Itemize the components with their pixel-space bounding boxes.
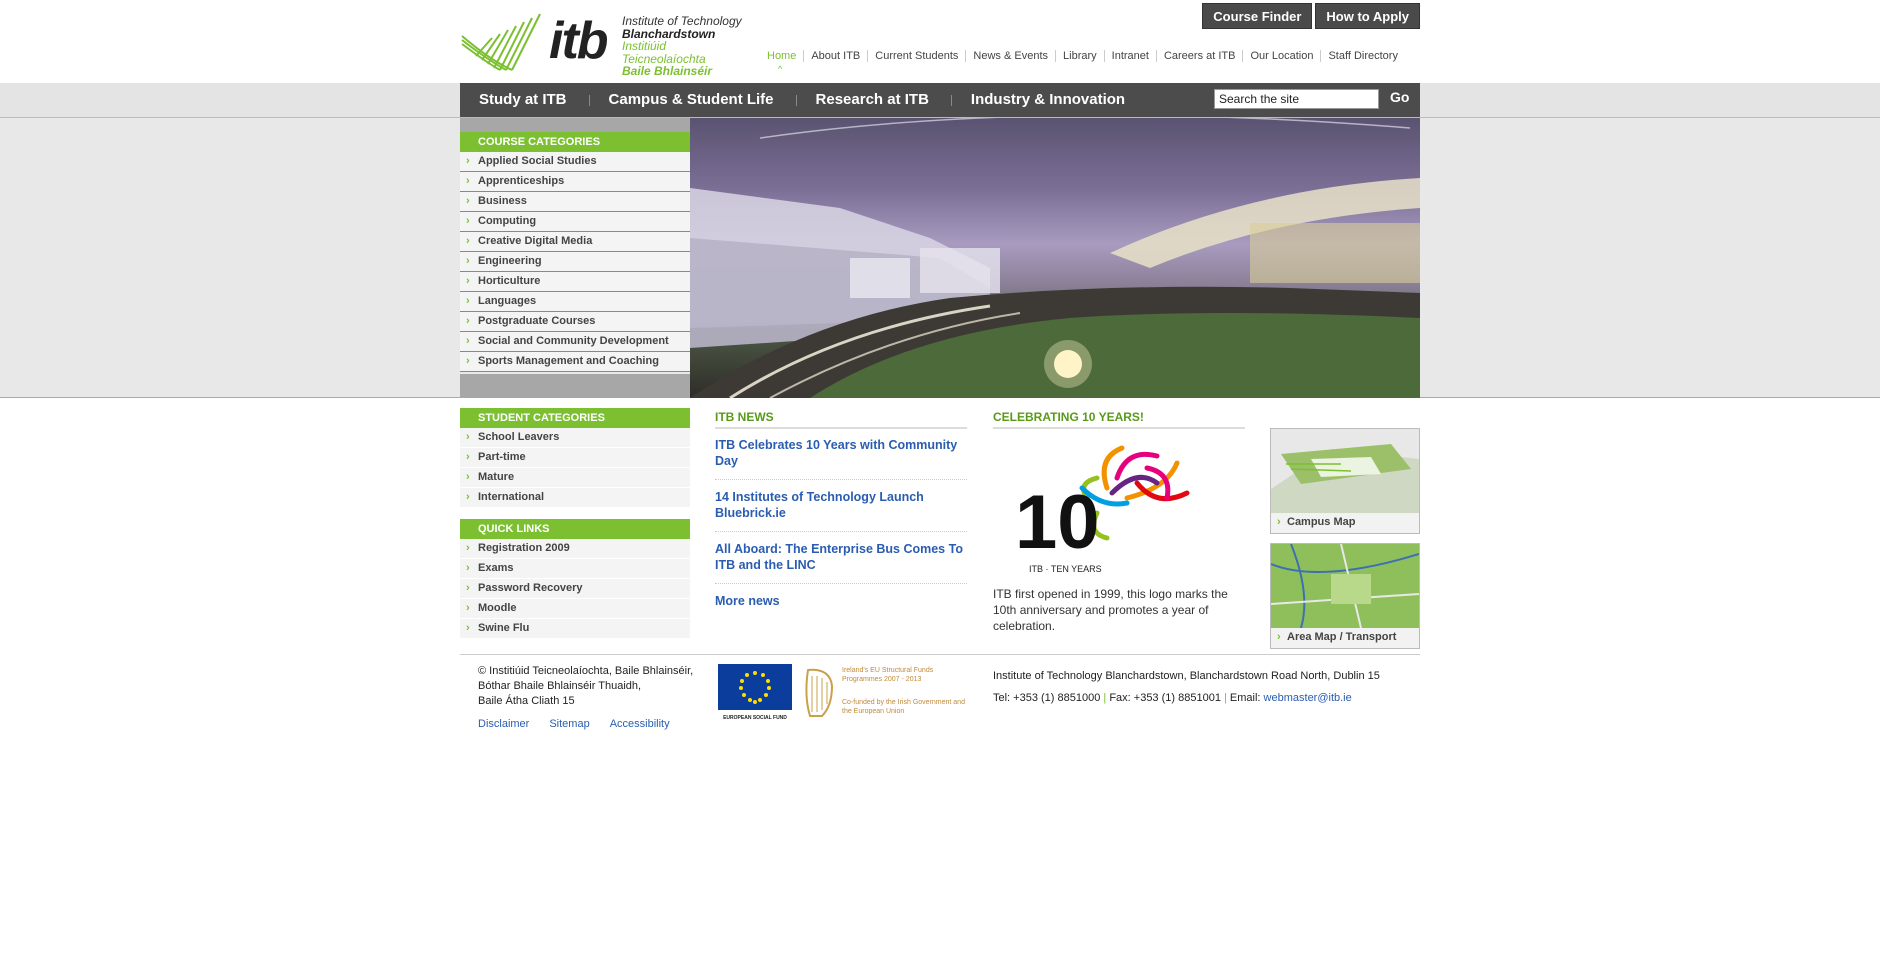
campus-map-label: Campus Map [1271,513,1419,533]
course-category-item[interactable]: Engineering [460,252,690,272]
footer-address-line: Bóthar Bhaile Bhlainséir Thuaidh, [478,680,642,692]
course-categories-heading: COURSE CATEGORIES [460,132,690,152]
footer-tel: Tel: +353 (1) 8851000 [993,692,1101,704]
student-category-item[interactable]: International [460,488,690,508]
search-go-button[interactable]: Go [1390,89,1409,105]
util-nav-staff-directory[interactable]: Staff Directory [1320,50,1405,62]
news-item[interactable]: 14 Institutes of Technology Launch Blueb… [715,490,967,532]
course-finder-button[interactable]: Course Finder [1202,3,1313,29]
logo-line-3: Institiúid Teicneolaíochta [622,39,706,66]
student-category-item[interactable]: Part-time [460,448,690,468]
footer-fax: Fax: +353 (1) 8851001 [1109,692,1221,704]
footer-divider [460,654,1420,655]
logo-line-1: Institute of Technology [622,14,742,28]
course-category-item[interactable]: Sports Management and Coaching [460,352,690,372]
disclaimer-link[interactable]: Disclaimer [478,718,529,730]
student-category-item[interactable]: Mature [460,468,690,488]
quick-link-item[interactable]: Registration 2009 [460,539,690,559]
more-news-link[interactable]: More news [715,594,967,608]
course-category-item[interactable]: Applied Social Studies [460,152,690,172]
maps-column: Campus Map Area Map / Transport [1270,428,1420,658]
course-category-item[interactable]: Horticulture [460,272,690,292]
ten-years-logo: 10 ITB · TEN YEARS [993,438,1245,586]
celebrating-heading: CELEBRATING 10 YEARS! [993,410,1245,429]
celebrating-column: CELEBRATING 10 YEARS! 10 ITB · TEN YEARS [993,410,1245,634]
area-map-thumbnail [1270,543,1420,629]
course-category-item[interactable]: Languages [460,292,690,312]
itb-logo[interactable]: itb Institute of Technology Blanchardsto… [460,12,750,77]
eu-fund-label: EUROPEAN SOCIAL FUND [723,715,787,721]
ten-years-graphic-icon: 10 [1015,445,1190,565]
nav-research[interactable]: Research at ITB [795,83,953,117]
ten-years-number: 10 [1015,480,1100,565]
accessibility-link[interactable]: Accessibility [610,718,670,730]
news-item[interactable]: ITB Celebrates 10 Years with Community D… [715,438,967,480]
footer-contact: Institute of Technology Blanchardstown, … [993,665,1380,709]
news-heading: ITB NEWS [715,410,967,429]
quick-links-heading: QUICK LINKS [460,519,690,539]
footer-address-line: © Institiúid Teicneolaíochta, Baile Bhla… [478,665,694,677]
footer-institute: Institute of Technology Blanchardstown, … [993,670,1380,682]
course-category-item[interactable]: Business [460,192,690,212]
nav-study[interactable]: Study at ITB [460,83,591,117]
util-nav-location[interactable]: Our Location [1242,50,1320,62]
student-categories-heading: STUDENT CATEGORIES [460,408,690,428]
quick-link-item[interactable]: Moodle [460,599,690,619]
footer-links: Disclaimer Sitemap Accessibility [478,718,670,730]
course-categories-panel: COURSE CATEGORIES Applied Social Studies… [460,118,690,398]
util-nav-careers[interactable]: Careers at ITB [1155,50,1243,62]
harp-icon [805,668,834,717]
util-nav-intranet[interactable]: Intranet [1103,50,1156,62]
logo-wordmark: itb [549,12,609,70]
eu-funding-logos: EUROPEAN SOCIAL FUND Ireland's EU Struct… [718,664,965,721]
eu-funds-text-1: Ireland's EU Structural Funds Programmes… [842,667,934,683]
util-nav-news-events[interactable]: News & Events [965,50,1055,62]
quick-link-item[interactable]: Exams [460,559,690,579]
footer-address: © Institiúid Teicneolaíochta, Baile Bhla… [478,664,693,709]
util-nav-library[interactable]: Library [1055,50,1104,62]
footer-address-line: Baile Átha Cliath 15 [478,695,575,707]
footer-email-link[interactable]: webmaster@itb.ie [1264,692,1352,704]
student-category-item[interactable]: School Leavers [460,428,690,448]
course-category-item[interactable]: Computing [460,212,690,232]
footer-email-label: Email: [1229,692,1261,704]
search-input[interactable] [1214,89,1379,109]
util-nav-current-students[interactable]: Current Students [867,50,965,62]
ten-years-caption: ITB · TEN YEARS [1029,564,1102,574]
campus-map-thumbnail [1271,429,1419,513]
course-category-item[interactable]: Postgraduate Courses [460,312,690,332]
nav-campus-life[interactable]: Campus & Student Life [588,83,798,117]
eu-flag-icon: EUROPEAN SOCIAL FUND [718,664,792,721]
campus-map-card[interactable]: Campus Map [1270,428,1420,534]
lower-sidebar: STUDENT CATEGORIES School Leavers Part-t… [460,408,690,639]
course-category-item[interactable]: Social and Community Development [460,332,690,352]
course-category-item[interactable]: Creative Digital Media [460,232,690,252]
util-nav-about[interactable]: About ITB [803,50,867,62]
util-nav-home[interactable]: Home [767,50,803,75]
celebrating-text: ITB first opened in 1999, this logo mark… [993,587,1228,633]
news-item[interactable]: All Aboard: The Enterprise Bus Comes To … [715,542,967,584]
logo-swoosh-icon [461,13,541,71]
nav-industry[interactable]: Industry & Innovation [950,83,1149,117]
utility-nav: Home About ITB Current Students News & E… [767,50,1405,75]
logo-line-4: Baile Bhlainséir [622,64,713,78]
area-map-label: Area Map / Transport [1271,628,1419,648]
course-category-item[interactable]: Apprenticeships [460,172,690,192]
sitemap-link[interactable]: Sitemap [549,718,589,730]
area-map-card[interactable]: Area Map / Transport [1270,543,1420,649]
quick-link-item[interactable]: Password Recovery [460,579,690,599]
main-nav: Study at ITB Campus & Student Life Resea… [460,83,1420,117]
eu-funds-text-2: Co-funded by the Irish Government and th… [842,699,965,715]
how-to-apply-button[interactable]: How to Apply [1315,3,1420,29]
quick-link-item[interactable]: Swine Flu [460,619,690,639]
news-column: ITB NEWS ITB Celebrates 10 Years with Co… [715,410,967,608]
hero-campus-image [690,118,1420,398]
